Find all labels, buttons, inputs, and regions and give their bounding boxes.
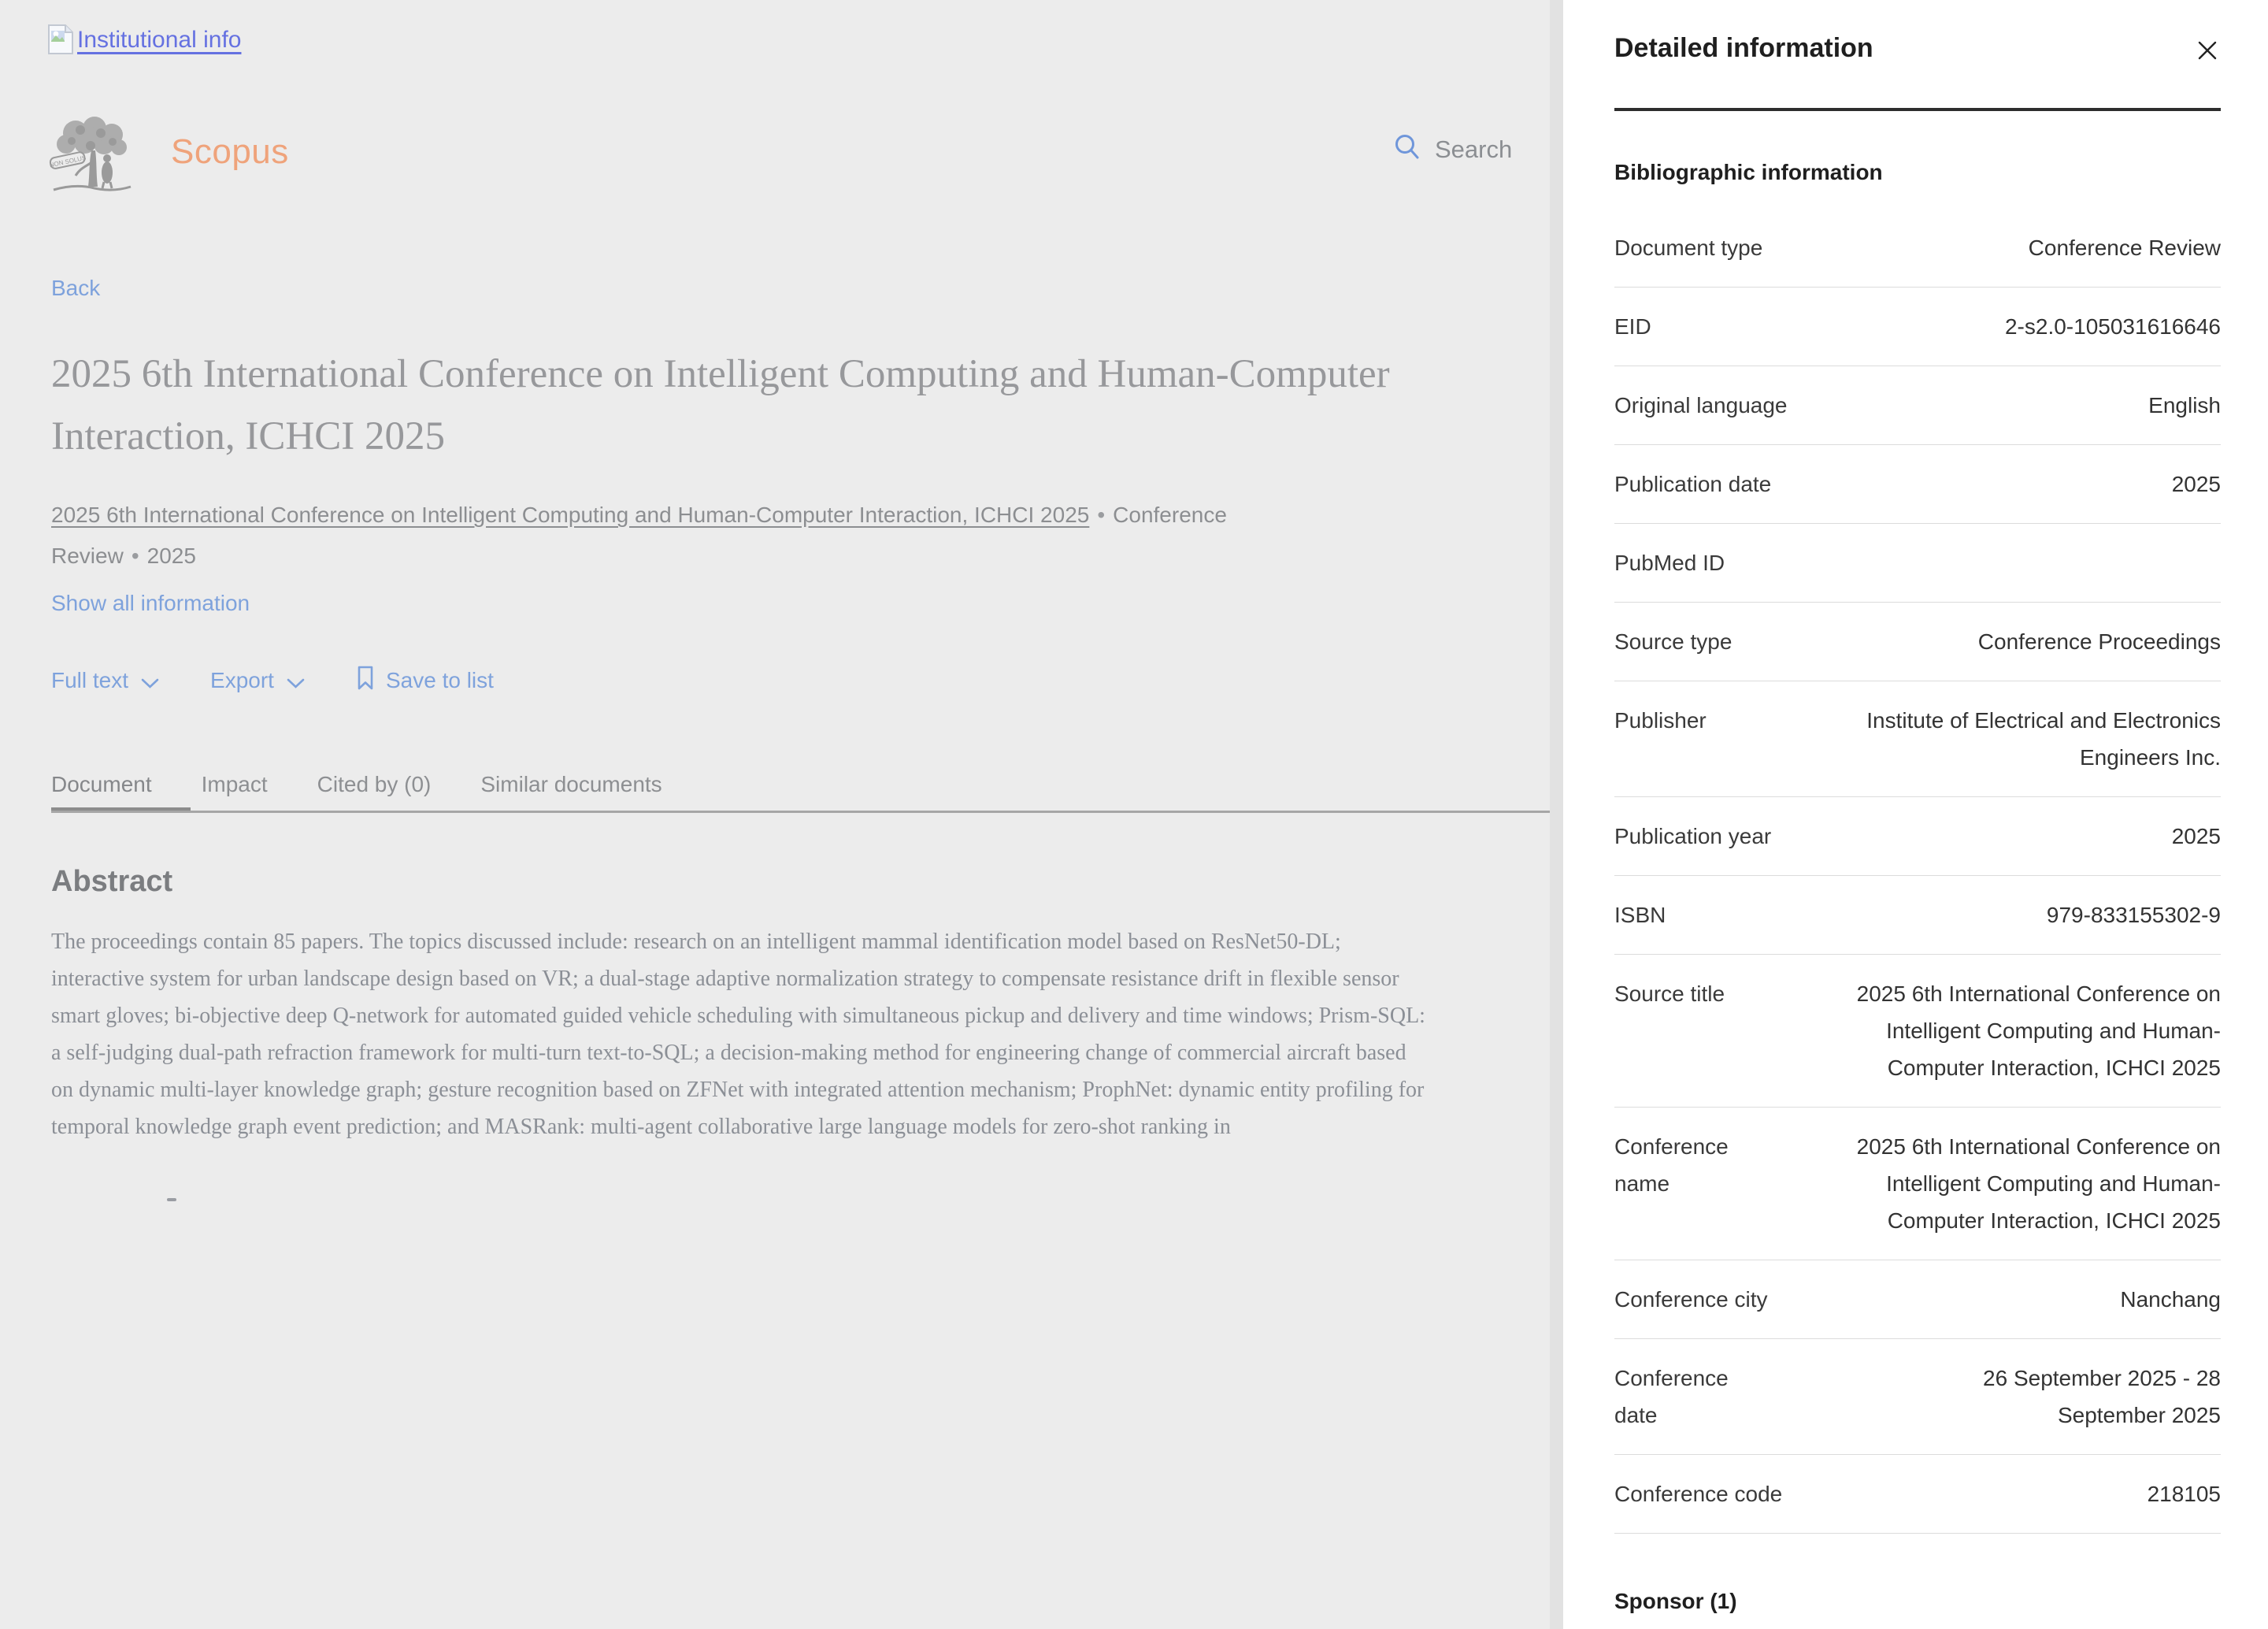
sponsor-heading: Sponsor (1): [1614, 1589, 1737, 1613]
table-row: Publication year 2025: [1614, 797, 2221, 876]
row-label: Original language: [1614, 393, 1788, 417]
detailed-information-panel: Detailed information Bibliographic infor…: [1563, 0, 2268, 1629]
clipped-text-fragment: [167, 1198, 176, 1201]
row-label: Source type: [1614, 629, 1732, 654]
row-label: Source title: [1614, 981, 1725, 1006]
tab-impact[interactable]: Impact: [202, 772, 268, 797]
row-value: 2025: [2171, 824, 2221, 848]
tabs-divider: [51, 811, 1550, 813]
main-content-area: Institutional info NON SOLUS Scopus Sear…: [0, 0, 1550, 1629]
row-value: English: [2148, 393, 2221, 417]
row-label: Conference date: [1614, 1366, 1729, 1427]
document-year: 2025: [146, 544, 196, 568]
search-label: Search: [1435, 135, 1513, 163]
save-to-list-label: Save to list: [385, 667, 494, 692]
row-label: Conference code: [1614, 1482, 1783, 1506]
table-row: Original language English: [1614, 366, 2221, 445]
table-row: Source type Conference Proceedings: [1614, 603, 2221, 681]
table-row: Conference date 26 September 2025 - 28 S…: [1614, 1339, 2221, 1455]
row-label: Publisher: [1614, 708, 1707, 733]
table-row: PubMed ID: [1614, 524, 2221, 603]
abstract-heading: Abstract: [51, 865, 173, 898]
table-row: Conference name 2025 6th International C…: [1614, 1108, 2221, 1260]
row-label: Document type: [1614, 236, 1763, 260]
source-title-link[interactable]: 2025 6th International Conference on Int…: [51, 503, 1089, 527]
table-row: Publisher Institute of Electrical and El…: [1614, 681, 2221, 797]
elsevier-tree-logo: NON SOLUS: [46, 116, 138, 197]
bibliographic-table: Document type Conference Review EID 2-s2…: [1614, 209, 2221, 1534]
institutional-info-link[interactable]: Institutional info: [47, 24, 241, 59]
table-row: EID 2-s2.0-105031616646: [1614, 288, 2221, 366]
institutional-info-label: Institutional info: [77, 27, 242, 53]
row-label: Publication date: [1614, 472, 1772, 496]
tab-document[interactable]: Document: [51, 772, 152, 797]
panel-divider: [1614, 108, 2221, 111]
tab-similar-documents[interactable]: Similar documents: [480, 772, 662, 797]
search-icon: [1394, 134, 1421, 165]
row-value: 979-833155302-9: [2046, 903, 2221, 927]
document-meta: 2025 6th International Conference on Int…: [51, 495, 1280, 577]
full-text-label: Full text: [51, 667, 129, 692]
document-tabs: Document Impact Cited by (0) Similar doc…: [51, 772, 662, 797]
chevron-down-icon: [141, 670, 159, 695]
row-value: Institute of Electrical and Electronics …: [1866, 708, 2221, 770]
document-title: 2025 6th International Conference on Int…: [51, 352, 1390, 458]
row-label: Publication year: [1614, 824, 1772, 848]
meta-separator: •: [1097, 503, 1106, 527]
document-actions: Full text Export Save to list: [51, 664, 494, 696]
bibliographic-heading: Bibliographic information: [1614, 160, 1883, 184]
close-button[interactable]: [2196, 39, 2219, 63]
export-label: Export: [210, 667, 274, 692]
abstract-text: The proceedings contain 85 papers. The t…: [51, 930, 1425, 1139]
search-button[interactable]: Search: [1394, 134, 1512, 165]
row-label: PubMed ID: [1614, 551, 1725, 575]
export-button[interactable]: Export: [210, 666, 305, 695]
chevron-down-icon: [287, 670, 305, 695]
meta-separator: •: [131, 544, 139, 568]
row-value: Conference Review: [2028, 236, 2221, 260]
broken-image-icon: [47, 24, 74, 59]
panel-title: Detailed information: [1614, 33, 1873, 63]
close-icon: [2197, 41, 2218, 63]
tab-cited-by[interactable]: Cited by (0): [317, 772, 432, 797]
page-scrollbar-track[interactable]: [1550, 0, 1563, 1629]
row-label: Conference city: [1614, 1287, 1768, 1312]
sponsor-item: IEEE: [1614, 1614, 2221, 1629]
table-row: Document type Conference Review: [1614, 209, 2221, 288]
full-text-button[interactable]: Full text: [51, 666, 159, 695]
row-value: 2025 6th International Conference on Int…: [1856, 1134, 2221, 1233]
row-value: 26 September 2025 - 28 September 2025: [1983, 1366, 2221, 1427]
show-all-information-link[interactable]: Show all information: [51, 591, 250, 616]
table-row: Conference code 218105: [1614, 1455, 2221, 1534]
row-value: Conference Proceedings: [1977, 629, 2221, 654]
row-value: 2025 6th International Conference on Int…: [1856, 981, 2221, 1080]
row-value: 218105: [2147, 1482, 2221, 1506]
table-row: Publication date 2025: [1614, 445, 2221, 524]
back-link[interactable]: Back: [51, 276, 100, 301]
row-label: Conference name: [1614, 1134, 1729, 1196]
row-value: 2-s2.0-105031616646: [2004, 314, 2221, 339]
row-value: 2025: [2171, 472, 2221, 496]
row-value: Nanchang: [2120, 1287, 2221, 1312]
scopus-wordmark: Scopus: [171, 132, 289, 171]
row-label: ISBN: [1614, 903, 1666, 927]
table-row: Conference city Nanchang: [1614, 1260, 2221, 1339]
bookmark-icon: [356, 666, 375, 696]
table-row: Source title 2025 6th International Conf…: [1614, 955, 2221, 1108]
table-row: ISBN 979-833155302-9: [1614, 876, 2221, 955]
save-to-list-button[interactable]: Save to list: [356, 664, 494, 696]
row-label: EID: [1614, 314, 1651, 339]
